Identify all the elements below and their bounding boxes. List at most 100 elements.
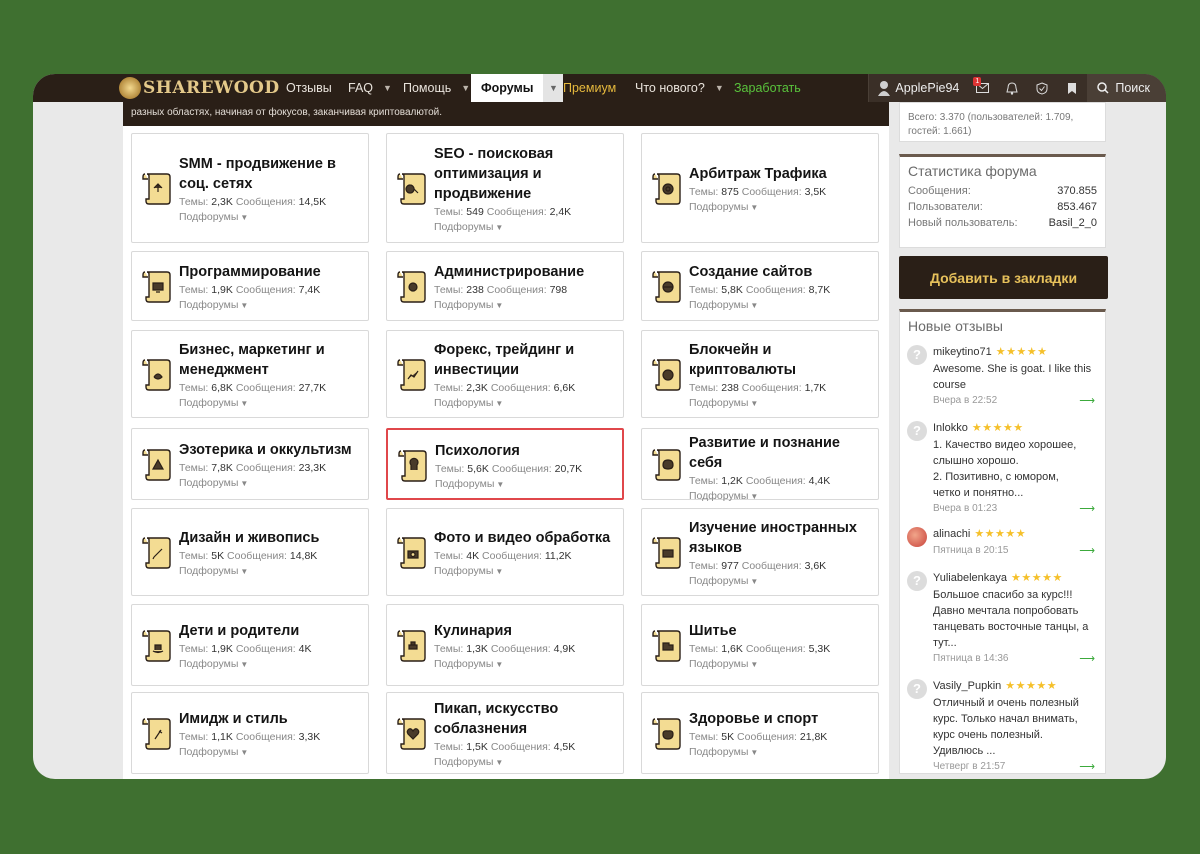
nav-premium[interactable]: Премиум <box>563 74 616 102</box>
subforums-toggle[interactable]: Подфорумы ▼ <box>689 396 874 411</box>
forum-title[interactable]: Изучение иностранных языков <box>689 518 874 558</box>
avatar[interactable]: ? <box>907 421 927 441</box>
chevron-down-icon[interactable]: ▼ <box>750 748 758 757</box>
avatar[interactable]: ? <box>907 679 927 699</box>
subforums-toggle[interactable]: Подфорумы ▼ <box>689 657 874 672</box>
forum-card[interactable]: Арбитраж Трафика Темы: 875 Сообщения: 3,… <box>641 133 879 243</box>
forum-title[interactable]: Форекс, трейдинг и инвестиции <box>434 340 619 380</box>
subforums-toggle[interactable]: Подфорумы ▼ <box>689 489 874 504</box>
subforums-toggle[interactable]: Подфорумы ▼ <box>434 755 619 770</box>
chevron-down-icon[interactable]: ▼ <box>495 399 503 408</box>
review-author[interactable]: Inlokko ★★★★★ <box>933 421 1024 434</box>
forum-card[interactable]: Эзотерика и оккультизм Темы: 7,8K Сообще… <box>131 428 369 500</box>
forum-card[interactable]: Кулинария Темы: 1,3K Сообщения: 4,9K Под… <box>386 604 624 686</box>
chevron-down-icon[interactable]: ▼ <box>240 567 248 576</box>
forum-title[interactable]: Пикап, искусство соблазнения <box>434 699 619 739</box>
forum-card[interactable]: Администрирование Темы: 238 Сообщения: 7… <box>386 251 624 321</box>
review-author[interactable]: Vasily_Pupkin ★★★★★ <box>933 679 1057 692</box>
nav-forums[interactable]: Форумы ▼ <box>471 74 564 102</box>
review-item[interactable]: alinachi ★★★★★ Пятница в 20:15 ⟶ <box>900 527 1105 565</box>
nav-whats-new[interactable]: Что нового? ▼ <box>635 74 724 102</box>
chevron-down-icon[interactable]: ▼ <box>750 577 758 586</box>
chevron-down-icon[interactable]: ▼ <box>495 223 503 232</box>
forum-card[interactable]: Пикап, искусство соблазнения Темы: 1,5K … <box>386 692 624 774</box>
chevron-down-icon[interactable]: ▼ <box>495 567 503 576</box>
review-author[interactable]: mikeytino71 ★★★★★ <box>933 345 1048 358</box>
arrow-right-icon[interactable]: ⟶ <box>1079 502 1095 515</box>
chevron-down-icon[interactable]: ▼ <box>750 203 758 212</box>
forum-title[interactable]: Создание сайтов <box>689 262 874 282</box>
subforums-toggle[interactable]: Подфорумы ▼ <box>179 298 364 313</box>
messages-button[interactable]: 1 <box>967 74 998 102</box>
arrow-right-icon[interactable]: ⟶ <box>1079 544 1095 557</box>
chevron-down-icon[interactable]: ▼ <box>461 83 470 93</box>
nav-earn[interactable]: Заработать <box>734 74 801 102</box>
subforums-toggle[interactable]: Подфорумы ▼ <box>434 220 619 235</box>
subforums-toggle[interactable]: Подфорумы ▼ <box>179 476 364 491</box>
review-item[interactable]: ? mikeytino71 ★★★★★ Awesome. She is goat.… <box>900 345 1105 415</box>
subforums-toggle[interactable]: Подфорумы ▼ <box>689 200 874 215</box>
subforums-toggle[interactable]: Подфорумы ▼ <box>435 477 618 492</box>
forum-card[interactable]: Бизнес, маркетинг и менеджмент Темы: 6,8… <box>131 330 369 418</box>
forum-card[interactable]: Психология Темы: 5,6K Сообщения: 20,7K П… <box>386 428 624 500</box>
forum-title[interactable]: Администрирование <box>434 262 619 282</box>
forum-title[interactable]: Дети и родители <box>179 621 364 641</box>
forum-title[interactable]: Шитье <box>689 621 874 641</box>
forum-title[interactable]: Психология <box>435 441 618 461</box>
subforums-toggle[interactable]: Подфорумы ▼ <box>179 564 364 579</box>
chevron-down-icon[interactable]: ▼ <box>240 213 248 222</box>
chevron-down-icon[interactable]: ▼ <box>750 492 758 501</box>
search-button[interactable]: Поиск <box>1087 74 1166 102</box>
nav-help[interactable]: Помощь ▼ <box>403 74 470 102</box>
arrow-right-icon[interactable]: ⟶ <box>1079 394 1095 407</box>
subforums-toggle[interactable]: Подфорумы ▼ <box>434 396 619 411</box>
avatar[interactable]: ? <box>907 571 927 591</box>
review-author[interactable]: Yuliabelenkaya ★★★★★ <box>933 571 1063 584</box>
review-author[interactable]: alinachi ★★★★★ <box>933 527 1026 540</box>
forum-title[interactable]: Имидж и стиль <box>179 709 364 729</box>
forum-card[interactable]: Программирование Темы: 1,9K Сообщения: 7… <box>131 251 369 321</box>
bookmarks-button[interactable] <box>1057 74 1088 102</box>
forum-card[interactable]: Форекс, трейдинг и инвестиции Темы: 2,3K… <box>386 330 624 418</box>
arrow-right-icon[interactable]: ⟶ <box>1079 652 1095 665</box>
chevron-down-icon[interactable]: ▼ <box>240 301 248 310</box>
alerts-button[interactable] <box>997 74 1028 102</box>
forum-title[interactable]: Здоровье и спорт <box>689 709 874 729</box>
chevron-down-icon[interactable]: ▼ <box>750 660 758 669</box>
chevron-down-icon[interactable]: ▼ <box>495 758 503 767</box>
chevron-down-icon[interactable]: ▼ <box>495 301 503 310</box>
chevron-down-icon[interactable]: ▼ <box>240 479 248 488</box>
forum-title[interactable]: SMM - продвижение в соц. сетях <box>179 154 364 194</box>
subforums-toggle[interactable]: Подфорумы ▼ <box>179 396 364 411</box>
forum-title[interactable]: Бизнес, маркетинг и менеджмент <box>179 340 364 380</box>
chevron-down-icon[interactable]: ▼ <box>383 83 392 93</box>
chevron-down-icon[interactable]: ▼ <box>240 399 248 408</box>
forum-card[interactable]: Имидж и стиль Темы: 1,1K Сообщения: 3,3K… <box>131 692 369 774</box>
subforums-toggle[interactable]: Подфорумы ▼ <box>434 298 619 313</box>
chevron-down-icon[interactable]: ▼ <box>543 74 564 102</box>
subforums-toggle[interactable]: Подфорумы ▼ <box>434 564 619 579</box>
chevron-down-icon[interactable]: ▼ <box>750 301 758 310</box>
review-item[interactable]: ? Vasily_Pupkin ★★★★★ Отличный и очень по… <box>900 679 1105 779</box>
forum-card[interactable]: Дизайн и живопись Темы: 5K Сообщения: 14… <box>131 508 369 596</box>
forum-title[interactable]: Арбитраж Трафика <box>689 164 874 184</box>
chevron-down-icon[interactable]: ▼ <box>240 660 248 669</box>
avatar[interactable] <box>907 527 927 547</box>
forum-title[interactable]: SEO - поисковая оптимизация и продвижени… <box>434 144 619 204</box>
avatar[interactable]: ? <box>907 345 927 365</box>
forum-card[interactable]: Развитие и познание себя Темы: 1,2K Сооб… <box>641 428 879 502</box>
forum-card[interactable]: SEO - поисковая оптимизация и продвижени… <box>386 133 624 243</box>
subforums-toggle[interactable]: Подфорумы ▼ <box>689 298 874 313</box>
forum-card[interactable]: Дети и родители Темы: 1,9K Сообщения: 4K… <box>131 604 369 686</box>
forum-title[interactable]: Эзотерика и оккультизм <box>179 440 364 460</box>
subforums-toggle[interactable]: Подфорумы ▼ <box>689 745 874 760</box>
forum-card[interactable]: SMM - продвижение в соц. сетях Темы: 2,3… <box>131 133 369 243</box>
nav-faq[interactable]: FAQ ▼ <box>348 74 392 102</box>
subforums-toggle[interactable]: Подфорумы ▼ <box>434 657 619 672</box>
subforums-toggle[interactable]: Подфорумы ▼ <box>179 210 364 225</box>
forum-title[interactable]: Дизайн и живопись <box>179 528 364 548</box>
chevron-down-icon[interactable]: ▼ <box>750 399 758 408</box>
subforums-toggle[interactable]: Подфорумы ▼ <box>179 657 364 672</box>
forum-card[interactable]: Здоровье и спорт Темы: 5K Сообщения: 21,… <box>641 692 879 774</box>
subforums-toggle[interactable]: Подфорумы ▼ <box>179 745 364 760</box>
